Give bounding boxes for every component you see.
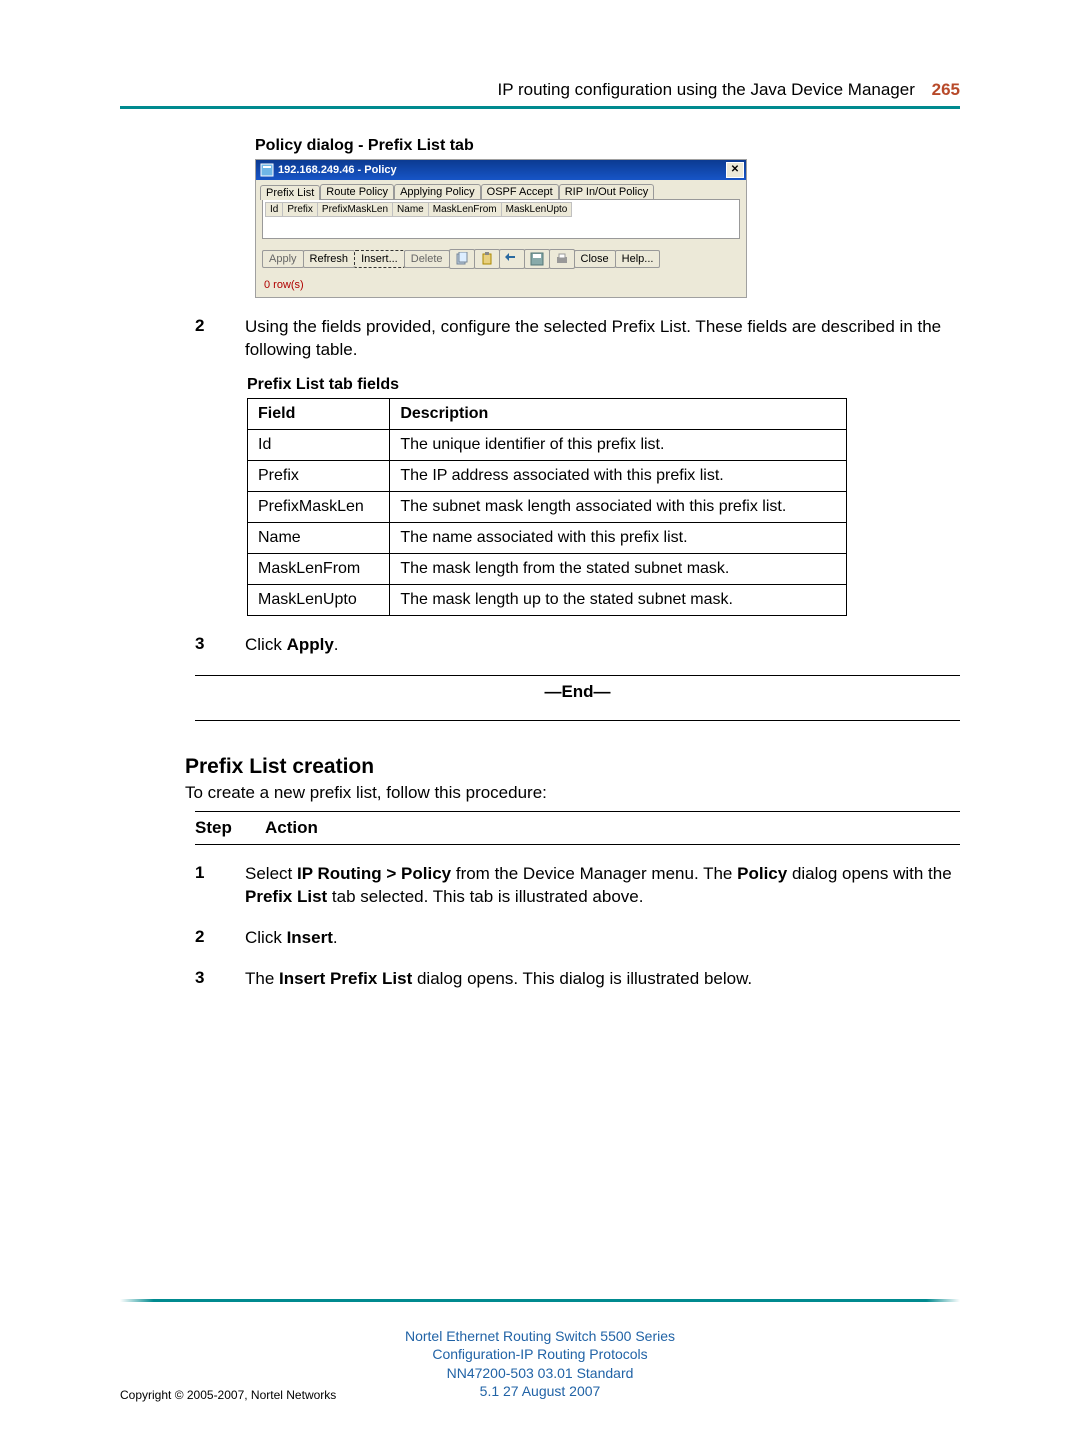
emphasis: Policy [737, 864, 787, 883]
running-header: IP routing configuration using the Java … [120, 80, 960, 100]
footer-line: Configuration-IP Routing Protocols [0, 1345, 1080, 1363]
row-count: 0 row(s) [256, 275, 746, 297]
tab-route-policy[interactable]: Route Policy [320, 184, 394, 199]
emphasis: Insert [287, 928, 333, 947]
tab-rip-inout[interactable]: RIP In/Out Policy [559, 184, 655, 199]
rule [195, 675, 960, 676]
close-button[interactable]: Close [574, 250, 616, 268]
procedure-step: 3 The Insert Prefix List dialog opens. Th… [195, 968, 960, 991]
rule [195, 811, 960, 812]
table-row: MaskLenFromThe mask length from the stat… [248, 553, 847, 584]
col-prefixmasklen[interactable]: PrefixMaskLen [317, 202, 393, 217]
header-title: IP routing configuration using the Java … [498, 80, 915, 99]
step-3: 3 Click Apply. [195, 634, 960, 657]
print-icon[interactable] [549, 249, 575, 269]
emphasis: IP Routing > Policy [297, 864, 451, 883]
step-number: 2 [195, 927, 215, 950]
tab-ospf-accept[interactable]: OSPF Accept [481, 184, 559, 199]
col-masklenfrom[interactable]: MaskLenFrom [428, 202, 502, 217]
app-icon [260, 163, 274, 177]
table-cell: The unique identifier of this prefix lis… [390, 429, 847, 460]
tab-prefix-list[interactable]: Prefix List [260, 185, 320, 200]
table-cell: Id [248, 429, 390, 460]
table-row: MaskLenUptoThe mask length up to the sta… [248, 584, 847, 615]
delete-button[interactable]: Delete [404, 250, 450, 268]
emphasis: Prefix List [245, 887, 327, 906]
col-name[interactable]: Name [392, 202, 429, 217]
table-cell: The name associated with this prefix lis… [390, 522, 847, 553]
table-cell: The mask length from the stated subnet m… [390, 553, 847, 584]
table-row: IdThe unique identifier of this prefix l… [248, 429, 847, 460]
close-icon[interactable]: ✕ [726, 162, 744, 178]
step-text: Click Apply. [245, 634, 960, 657]
dialog-titlebar: 192.168.249.46 - Policy ✕ [256, 160, 746, 180]
end-label: —End— [195, 682, 960, 702]
rule [195, 844, 960, 845]
table-cell: PrefixMaskLen [248, 491, 390, 522]
table-cell: The mask length up to the stated subnet … [390, 584, 847, 615]
table-row: PrefixMaskLenThe subnet mask length asso… [248, 491, 847, 522]
apply-button[interactable]: Apply [262, 250, 304, 268]
grid-header-area: Id Prefix PrefixMaskLen Name MaskLenFrom… [262, 199, 740, 239]
policy-dialog: 192.168.249.46 - Policy ✕ Prefix List Ro… [255, 159, 747, 298]
table-row: PrefixThe IP address associated with thi… [248, 460, 847, 491]
table-cell: MaskLenUpto [248, 584, 390, 615]
save-icon[interactable] [524, 249, 550, 269]
step-text: Using the fields provided, configure the… [245, 316, 960, 362]
th-description: Description [390, 398, 847, 429]
step-text: The Insert Prefix List dialog opens. Thi… [245, 968, 960, 991]
figure-caption: Policy dialog - Prefix List tab [255, 137, 960, 155]
undo-icon[interactable] [499, 249, 525, 269]
footer-rule [120, 1299, 960, 1302]
copyright: Copyright © 2005-2007, Nortel Networks [120, 1388, 336, 1404]
page-number: 265 [932, 80, 960, 99]
procedure-step: 2 Click Insert. [195, 927, 960, 950]
footer: Nortel Ethernet Routing Switch 5500 Seri… [0, 1327, 1080, 1400]
col-masklenupto[interactable]: MaskLenUpto [501, 202, 573, 217]
copy-icon[interactable] [449, 249, 475, 269]
insert-button[interactable]: Insert... [354, 250, 405, 268]
refresh-button[interactable]: Refresh [303, 250, 356, 268]
step-number: 3 [195, 634, 215, 657]
step-number: 3 [195, 968, 215, 991]
help-button[interactable]: Help... [615, 250, 661, 268]
footer-line: NN47200-503 03.01 Standard [0, 1364, 1080, 1382]
table-cell: Prefix [248, 460, 390, 491]
step-number: 1 [195, 863, 215, 909]
header-rule [120, 106, 960, 109]
table-cell: MaskLenFrom [248, 553, 390, 584]
step-2: 2 Using the fields provided, configure t… [195, 316, 960, 362]
emphasis: Insert Prefix List [279, 969, 412, 988]
table-row: NameThe name associated with this prefix… [248, 522, 847, 553]
footer-line: Nortel Ethernet Routing Switch 5500 Seri… [0, 1327, 1080, 1345]
step-text: Select IP Routing > Policy from the Devi… [245, 863, 960, 909]
table-cell: The subnet mask length associated with t… [390, 491, 847, 522]
fields-table: Field Description IdThe unique identifie… [247, 398, 847, 616]
dialog-toolbar: Apply Refresh Insert... Delete Close Hel… [256, 245, 746, 275]
section-title: Prefix List creation [185, 755, 960, 779]
step-number: 2 [195, 316, 215, 362]
col-id[interactable]: Id [265, 202, 283, 217]
col-prefix[interactable]: Prefix [282, 202, 318, 217]
dialog-title: 192.168.249.46 - Policy [278, 164, 397, 176]
tab-applying-policy[interactable]: Applying Policy [394, 184, 481, 199]
table-caption: Prefix List tab fields [247, 376, 960, 394]
paste-icon[interactable] [474, 249, 500, 269]
procedure-step: 1 Select IP Routing > Policy from the Dev… [195, 863, 960, 909]
rule [195, 720, 960, 721]
step-text: Click Insert. [245, 927, 960, 950]
table-cell: The IP address associated with this pref… [390, 460, 847, 491]
th-field: Field [248, 398, 390, 429]
section-lead: To create a new prefix list, follow this… [185, 783, 960, 803]
table-cell: Name [248, 522, 390, 553]
dialog-tabs: Prefix List Route Policy Applying Policy… [256, 180, 746, 199]
step-action-header: Step Action [195, 818, 960, 838]
